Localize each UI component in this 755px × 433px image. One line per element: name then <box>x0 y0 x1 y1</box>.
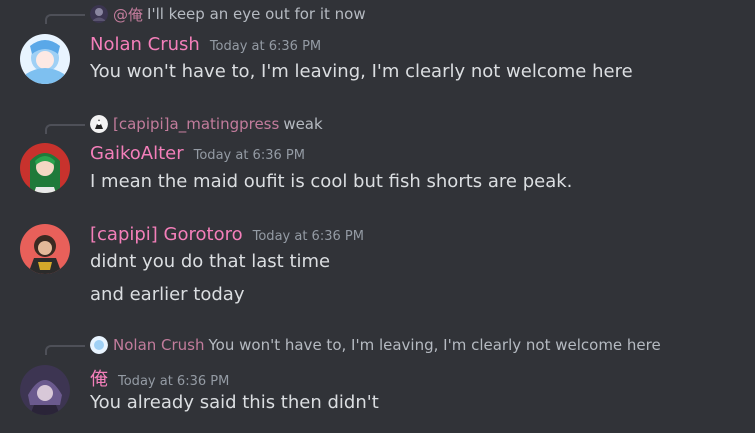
message-header: Nolan Crush Today at 6:36 PM <box>90 34 321 55</box>
avatar[interactable] <box>20 365 70 415</box>
timestamp[interactable]: Today at 6:36 PM <box>194 148 305 163</box>
timestamp[interactable]: Today at 6:36 PM <box>210 39 321 54</box>
message-text: You already said this then didn't <box>90 392 379 413</box>
message-header: [capipi] Gorotoro Today at 6:36 PM <box>90 224 364 245</box>
avatar[interactable] <box>20 224 70 274</box>
reply-avatar <box>90 115 108 133</box>
reply-connector <box>45 14 85 24</box>
reply-preview[interactable]: [capipi]a_matingpress weak <box>90 112 323 136</box>
reply-avatar <box>90 5 108 23</box>
reply-username[interactable]: Nolan Crush <box>113 336 205 354</box>
message-text: didnt you do that last time <box>90 251 331 272</box>
reply-connector <box>45 345 85 355</box>
reply-avatar <box>90 336 108 354</box>
reply-username[interactable]: @俺 <box>113 4 143 25</box>
username[interactable]: [capipi] Gorotoro <box>90 224 243 245</box>
reply-username[interactable]: [capipi]a_matingpress <box>113 115 279 133</box>
reply-preview[interactable]: Nolan Crush You won't have to, I'm leavi… <box>90 333 661 357</box>
reply-preview[interactable]: @俺 I'll keep an eye out for it now <box>90 2 366 26</box>
reply-connector <box>45 124 85 134</box>
username[interactable]: 俺 <box>90 365 108 391</box>
message-text: You won't have to, I'm leaving, I'm clea… <box>90 61 633 82</box>
username[interactable]: GaikoAlter <box>90 143 184 164</box>
message-header: GaikoAlter Today at 6:36 PM <box>90 143 305 164</box>
message-text: I mean the maid oufit is cool but fish s… <box>90 171 573 192</box>
timestamp[interactable]: Today at 6:36 PM <box>118 374 229 389</box>
reply-text: I'll keep an eye out for it now <box>147 5 366 23</box>
avatar[interactable] <box>20 34 70 84</box>
avatar[interactable] <box>20 143 70 193</box>
timestamp[interactable]: Today at 6:36 PM <box>253 229 364 244</box>
reply-text: weak <box>283 115 323 133</box>
reply-text: You won't have to, I'm leaving, I'm clea… <box>208 336 661 354</box>
message-text: and earlier today <box>90 284 245 305</box>
message-header: 俺 Today at 6:36 PM <box>90 365 229 391</box>
username[interactable]: Nolan Crush <box>90 34 200 55</box>
